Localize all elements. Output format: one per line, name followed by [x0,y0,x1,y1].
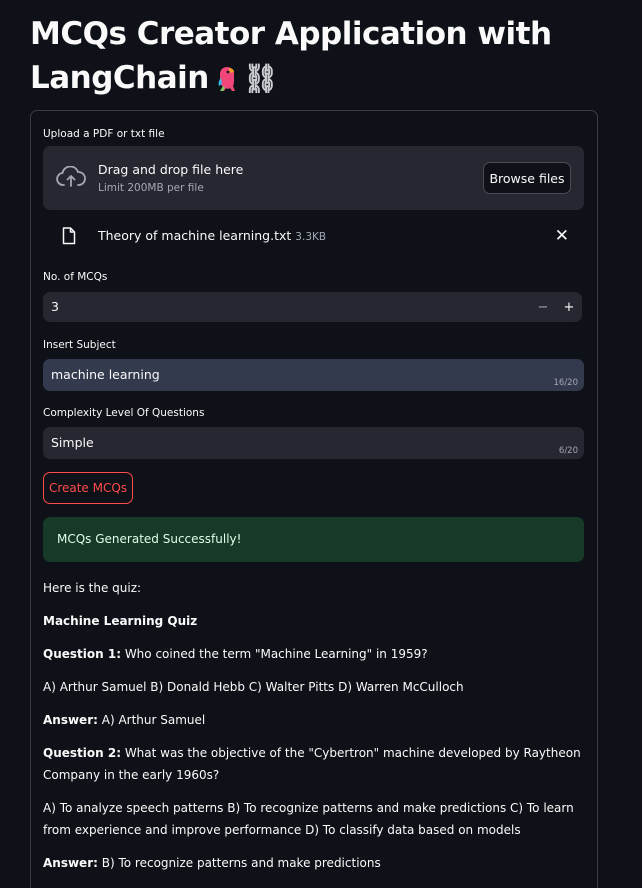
answer-1: Answer: A) Arthur Samuel [43,709,588,731]
uploaded-file-row: Theory of machine learning.txt 3.3KB ✕ [43,222,584,250]
file-name-text: Theory of machine learning.txt [98,228,292,243]
chain-icon: ⛓ [242,62,279,95]
question-2-options: A) To analyze speech patterns B) To reco… [43,801,574,837]
page-title: MCQs Creator Application with LangChain ⛓ [30,12,620,104]
answer-2: Answer: B) To recognize patterns and mak… [43,852,588,874]
create-mcqs-button[interactable]: Create MCQs [43,472,133,504]
answer-2-text: B) To recognize patterns and make predic… [97,856,381,870]
subject-label: Insert Subject [43,339,116,351]
page-title-text: MCQs Creator Application with LangChain [30,16,552,96]
complexity-label: Complexity Level Of Questions [43,407,205,419]
close-icon[interactable]: ✕ [555,226,569,246]
num-mcqs-value[interactable]: 3 [51,299,59,314]
complexity-input[interactable]: Simple 6/20 [43,427,584,459]
subject-char-count: 16/20 [553,378,579,388]
question-2-label: Question 2: [43,746,121,760]
decrement-button[interactable]: − [530,292,556,322]
quiz-title-text: Machine Learning Quiz [43,614,198,628]
quiz-output: Here is the quiz: Machine Learning Quiz … [43,577,588,885]
answer-1-text: A) Arthur Samuel [97,713,206,727]
success-message: MCQs Generated Successfully! [57,532,242,546]
question-1-text: Who coined the term "Machine Learning" i… [121,647,428,661]
answer-1-label: Answer: [43,713,98,727]
question-1-options: A) Arthur Samuel B) Donald Hebb C) Walte… [43,680,464,694]
question-2: Question 2: What was the objective of th… [43,742,588,786]
success-alert: MCQs Generated Successfully! [43,517,584,562]
app-page: MCQs Creator Application with LangChain ⛓… [0,0,642,888]
cloud-upload-icon [56,165,86,192]
quiz-intro: Here is the quiz: [43,581,142,595]
question-1-label: Question 1: [43,647,121,661]
answer-2-label: Answer: [43,856,98,870]
complexity-value[interactable]: Simple [51,435,94,450]
file-icon [62,227,76,249]
num-mcqs-stepper[interactable]: 3 − + [43,292,582,322]
subject-value[interactable]: machine learning [51,367,160,382]
file-dropzone[interactable]: Drag and drop file here Limit 200MB per … [43,146,584,210]
increment-button[interactable]: + [556,292,582,322]
question-1: Question 1: Who coined the term "Machine… [43,643,588,665]
subject-input[interactable]: machine learning 16/20 [43,359,584,391]
dropzone-instruction: Drag and drop file here [98,162,244,177]
quiz-title: Machine Learning Quiz [43,610,588,632]
question-2-text: What was the objective of the "Cybertron… [43,746,581,782]
parrot-icon [213,60,237,104]
num-mcqs-label: No. of MCQs [43,271,108,283]
upload-label: Upload a PDF or txt file [43,128,165,140]
browse-files-button[interactable]: Browse files [483,162,571,194]
complexity-char-count: 6/20 [558,446,578,456]
file-size: 3.3KB [295,231,327,243]
uploaded-file-name: Theory of machine learning.txt 3.3KB [98,228,326,243]
dropzone-limit: Limit 200MB per file [98,182,204,194]
